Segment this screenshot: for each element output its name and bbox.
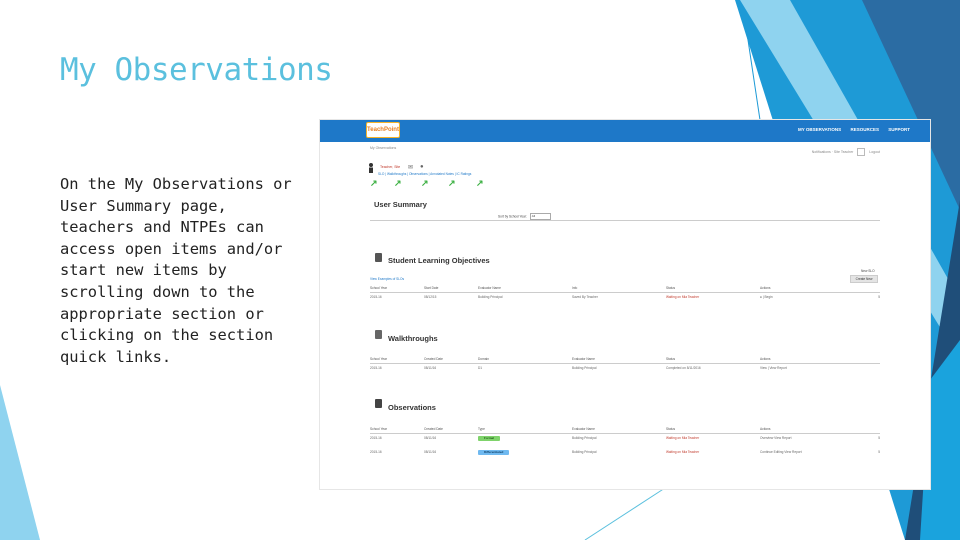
col-status: Status [666, 427, 676, 431]
slo-table-header: School Year Start Date Evaluator Name In… [370, 284, 880, 293]
type-badge-differentiated: Differentiated [478, 450, 510, 455]
green-arrow-icon: ↗ [476, 178, 484, 188]
cell-info: Saved By Teacher [572, 295, 598, 299]
cell-date: 08/11/16 [424, 450, 437, 454]
location-pin-icon: ● [760, 295, 762, 299]
col-status: Status [666, 357, 676, 361]
col-actions: Actions [760, 427, 771, 431]
sort-by-year: Sort by School Year: All [498, 213, 551, 220]
table-row: 2015-16 08/11/16 D1 Building Principal C… [370, 364, 880, 372]
info-icon[interactable]: ● [420, 164, 424, 170]
green-arrow-icon: ↗ [421, 178, 429, 188]
col-school-year: School Year [370, 427, 388, 431]
table-row: 2015-16 08/11/16 Differentiated Building… [370, 448, 880, 456]
cell-evaluator: Building Principal [478, 295, 503, 299]
col-created-date: Created Date [424, 427, 443, 431]
app-top-bar: TeachPoint MY OBSERVATIONS RESOURCES SUP… [320, 120, 930, 142]
cell-year: 2015-16 [370, 295, 382, 299]
view-report-links[interactable]: View | View Report [760, 366, 787, 370]
green-arrow-icon: ↗ [370, 178, 378, 188]
account-area: Notifications · Site Teacher Logout [812, 148, 880, 156]
col-created-date: Created Date [424, 357, 443, 361]
green-arrow-icon: ↗ [394, 178, 402, 188]
slo-heading: Student Learning Objectives [388, 256, 490, 265]
top-nav: MY OBSERVATIONS RESOURCES SUPPORT [790, 127, 910, 132]
nav-my-observations[interactable]: MY OBSERVATIONS [798, 127, 841, 132]
user-summary-heading: User Summary [374, 200, 427, 209]
observations-section-icon [375, 399, 382, 408]
walkthroughs-heading: Walkthroughs [388, 334, 438, 343]
cell-actions: ● | Begin [760, 295, 773, 299]
section-quick-links[interactable]: SLO | Walkthroughs | Observations | Anno… [378, 172, 471, 176]
cell-year: 2015-16 [370, 450, 382, 454]
cell-evaluator: Building Principal [572, 366, 597, 370]
col-info: Info [572, 286, 578, 290]
cell-date: 08/11/16 [424, 366, 437, 370]
col-type: Type [478, 427, 485, 431]
col-start-date: Start Date [424, 286, 439, 290]
cell-domain: D1 [478, 366, 483, 370]
cell-date: 08/12/15 [424, 295, 437, 299]
col-status: Status [666, 286, 676, 290]
table-row: 2015-16 08/11/16 Formal Building Princip… [370, 434, 880, 442]
slide-body-text: On the My Observations or User Summary p… [60, 175, 292, 366]
cell-year: 2015-16 [370, 366, 382, 370]
breadcrumb: My Observations [370, 146, 397, 150]
app-screenshot: TeachPoint MY OBSERVATIONS RESOURCES SUP… [320, 120, 930, 489]
table-row: 2015-16 08/12/15 Building Principal Save… [370, 293, 880, 301]
col-actions: Actions [760, 357, 771, 361]
cell-type: Formal [478, 436, 501, 441]
walkthroughs-table-header: School Year Created Date Domain Evaluato… [370, 355, 880, 364]
slide-title: My Observations [60, 52, 333, 88]
sort-label: Sort by School Year: [498, 214, 527, 219]
cell-status: Waiting on Mia Teacher [666, 295, 700, 299]
nav-support[interactable]: SUPPORT [888, 127, 910, 132]
begin-link[interactable]: | Begin [763, 295, 773, 299]
walkthroughs-section-icon [375, 330, 382, 339]
cell-evaluator: Building Principal [572, 450, 597, 454]
app-logo[interactable]: TeachPoint [366, 122, 400, 138]
account-text[interactable]: Notifications · Site Teacher [812, 150, 854, 154]
cell-status: Waiting on Mia Teacher [666, 450, 700, 454]
view-slo-examples-link[interactable]: View Examples of SLOs [370, 277, 404, 281]
accent-shape-left [0, 385, 40, 540]
divider [370, 220, 880, 221]
message-icon[interactable]: ✉ [408, 164, 413, 171]
type-badge-formal: Formal [478, 436, 501, 441]
col-actions: Actions [760, 286, 771, 290]
col-evaluator: Evaluator Name [572, 427, 595, 431]
col-evaluator: Evaluator Name [478, 286, 501, 290]
cell-year: 2015-16 [370, 436, 382, 440]
accent-line-bottom [584, 487, 666, 540]
avatar-icon[interactable] [857, 148, 866, 156]
cell-date: 08/11/16 [424, 436, 437, 440]
cell-count: 5 [878, 436, 880, 440]
observations-table-header: School Year Created Date Type Evaluator … [370, 425, 880, 434]
logout-link[interactable]: Logout [869, 150, 880, 154]
cell-count: 5 [878, 450, 880, 454]
new-slo-label: New SLO [861, 269, 875, 273]
nav-resources[interactable]: RESOURCES [850, 127, 879, 132]
continue-editing-links[interactable]: Continue Editing View Report [760, 450, 802, 454]
create-new-button[interactable]: Create New [850, 275, 878, 283]
person-icon [369, 163, 373, 173]
cell-count: 5 [878, 295, 880, 299]
cell-status: Waiting on Mia Teacher [666, 436, 700, 440]
user-name[interactable]: Teacher, Site [380, 165, 400, 169]
col-school-year: School Year [370, 357, 388, 361]
col-evaluator: Evaluator Name [572, 357, 595, 361]
cell-status: Completed on 8/11/2016 [666, 366, 701, 370]
slo-section-icon [375, 253, 382, 262]
school-year-select[interactable]: All [529, 213, 551, 220]
cell-evaluator: Building Principal [572, 436, 597, 440]
cell-type: Differentiated [478, 450, 510, 455]
overview-links[interactable]: Overview View Report [760, 436, 791, 440]
col-domain: Domain [478, 357, 489, 361]
observations-heading: Observations [388, 403, 436, 412]
col-school-year: School Year [370, 286, 388, 290]
green-arrow-icon: ↗ [448, 178, 456, 188]
